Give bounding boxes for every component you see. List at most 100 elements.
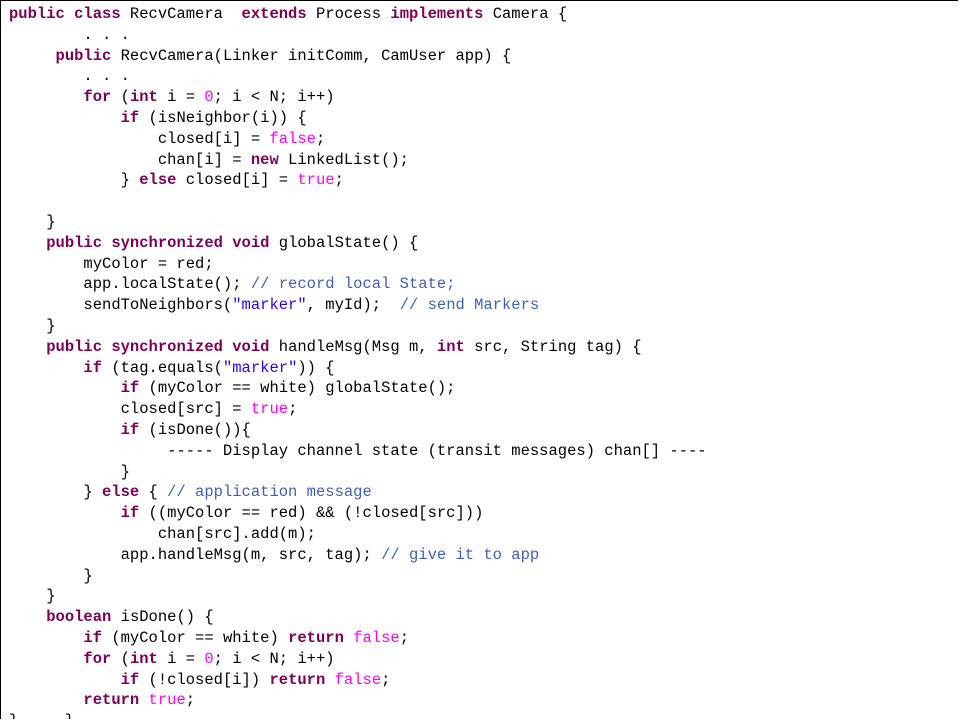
code-token-pl: (isDone()){ — [139, 420, 251, 439]
code-token-kw: if — [120, 108, 140, 127]
code-token-kw: int — [129, 649, 158, 668]
code-token-pl: } — [9, 212, 56, 231]
code-line: . . . — [9, 25, 707, 46]
code-token-cm: // give it to app — [381, 545, 540, 564]
code-token-pl: ((myColor == red) && (!closed[src])) — [139, 504, 484, 523]
code-token-pl: Process — [306, 5, 391, 23]
code-token-pl: app.handleMsg(m, src, tag); — [9, 545, 382, 564]
code-token-lit: 0 — [204, 88, 214, 107]
code-token-pl: ; — [185, 691, 196, 710]
code-token-pl: closed[i] = — [176, 171, 298, 190]
code-token-pl: ; i < N; i++) — [213, 88, 335, 107]
code-line: return true; — [9, 690, 707, 711]
code-token-lit: true — [297, 171, 335, 190]
code-line: } — [9, 586, 707, 607]
code-token-kw: public class — [9, 5, 121, 23]
code-line: closed[src] = true; — [9, 399, 707, 420]
code-token-pl: handleMsg(Msg m, — [269, 337, 437, 356]
code-token-kw: for — [83, 88, 112, 107]
code-token-pl: } — [9, 171, 140, 190]
code-token-lit: true — [250, 400, 289, 419]
code-token-pl: . . . — [9, 25, 130, 44]
code-token-kw: if — [120, 504, 140, 523]
code-token-cm: // send Markers — [399, 296, 540, 315]
code-token-pl: app.localState(); — [9, 275, 251, 294]
code-token-pl: ( — [111, 649, 130, 668]
code-line: boolean isDone() { — [9, 607, 707, 628]
code-token-pl: myColor = red; — [9, 254, 214, 273]
code-token-pl: ; — [315, 129, 326, 148]
code-token-kw: if — [120, 670, 140, 689]
code-line: } — [9, 316, 707, 337]
code-token-pl: RecvCamera(Linker initComm, CamUser app)… — [111, 46, 512, 65]
code-token-kw: public synchronized void — [46, 233, 270, 252]
code-token-kw: public — [55, 46, 112, 65]
code-line: } else closed[i] = true; — [9, 170, 707, 191]
code-token-pl: ; — [288, 400, 298, 419]
code-token-kw: if — [120, 420, 140, 439]
code-line: public RecvCamera(Linker initComm, CamUs… — [9, 46, 707, 67]
code-token-kw: if — [120, 379, 140, 398]
code-line: if (!closed[i]) return false; — [9, 670, 707, 691]
code-line: public synchronized void handleMsg(Msg m… — [9, 337, 707, 358]
code-line: if (myColor == white) globalState(); — [9, 378, 707, 399]
code-line: public synchronized void globalState() { — [9, 233, 707, 254]
code-line: } — [9, 212, 707, 233]
code-line: sendToNeighbors("marker", myId); // send… — [9, 295, 707, 316]
code-token-pl: Camera { — [483, 5, 568, 23]
code-token-kw: else — [139, 171, 177, 190]
code-line: if (tag.equals("marker")) { — [9, 358, 707, 379]
code-token-kw: return — [269, 670, 326, 689]
code-token-kw: extends — [241, 5, 307, 23]
code-token-kw: return — [83, 691, 140, 710]
code-token-pl: (isNeighbor(i)) { — [139, 108, 307, 127]
code-token-kw: else — [102, 483, 140, 502]
code-line: chan[i] = new LinkedList(); — [9, 150, 707, 171]
code-token-pl: ; i < N; i++) — [213, 649, 335, 668]
code-token-kw: return — [288, 628, 344, 647]
code-line: if ((myColor == red) && (!closed[src])) — [9, 503, 707, 524]
code-line: if (isDone()){ — [9, 420, 707, 441]
code-token-pl: , myId); — [306, 296, 400, 315]
code-token-pl: closed[i] = — [9, 129, 270, 148]
code-token-lit: false — [334, 670, 382, 689]
code-line: } else { // application message — [9, 482, 707, 503]
code-token-pl: ; — [334, 171, 344, 190]
code-token-pl: } — [9, 587, 56, 606]
code-token-kw: for — [83, 649, 112, 668]
code-line: for (int i = 0; i < N; i++) — [9, 87, 707, 108]
code-token-cm: // record local State; — [250, 275, 456, 294]
code-token-pl: i = — [157, 88, 205, 107]
code-token-pl: (myColor == white) — [102, 628, 289, 647]
code-listing: public class RecvCamera extends Process … — [9, 4, 707, 719]
code-token-kw: new — [250, 150, 279, 169]
code-token-pl: } — [9, 483, 103, 502]
code-token-kw: public synchronized void — [46, 337, 270, 356]
code-token-kw: int — [129, 88, 158, 107]
code-token-pl: (tag.equals( — [102, 358, 223, 377]
code-token-pl: } — [9, 462, 130, 481]
code-token-pl: )) { — [297, 358, 335, 377]
code-token-pl: chan[i] = — [9, 150, 251, 169]
code-line: if (myColor == white) return false; — [9, 628, 707, 649]
code-token-lit: true — [148, 691, 186, 710]
code-token-kw: if — [83, 358, 103, 377]
code-line: app.localState(); // record local State; — [9, 274, 707, 295]
code-line: public class RecvCamera extends Process … — [9, 4, 707, 25]
code-token-pl: RecvCamera — [120, 5, 242, 23]
code-token-str: "marker" — [232, 296, 307, 315]
